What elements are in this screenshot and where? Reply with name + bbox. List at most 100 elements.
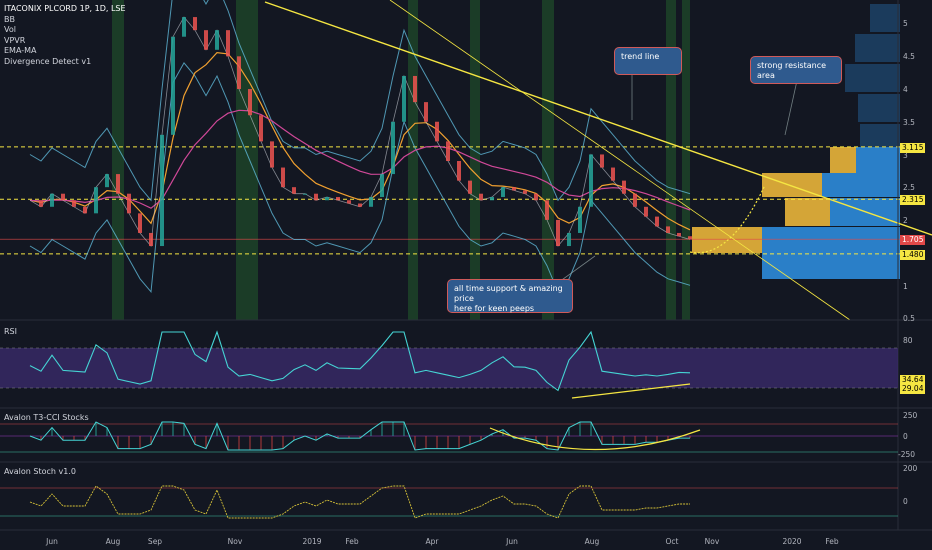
rsi-band	[0, 348, 898, 388]
x-tick-aug2: Aug	[584, 537, 600, 546]
candle-19	[237, 56, 241, 90]
candle-22	[270, 141, 274, 168]
candle-50	[578, 206, 582, 233]
cci-tick-250: 250	[903, 411, 918, 420]
candle-34	[402, 75, 406, 122]
candle-9	[127, 193, 131, 214]
legend-title: ITACONIX PLCORD 1P, 1D, LSE	[4, 4, 126, 13]
candle-23	[281, 167, 285, 188]
x-tick-2020: 2020	[782, 537, 802, 546]
y-tick-1: 1	[903, 282, 908, 291]
candle-52	[600, 154, 604, 168]
stoch-label: Avalon Stoch v1.0	[4, 467, 76, 476]
y-tick-2: 2	[903, 216, 908, 225]
candle-1	[39, 200, 43, 207]
candle-58	[666, 226, 670, 233]
vpvr-top-0	[870, 4, 900, 32]
candle-30	[358, 203, 362, 207]
green-column-3	[470, 0, 480, 320]
legend-bb[interactable]: BB	[4, 15, 126, 26]
x-tick-nov: Nov	[227, 537, 243, 546]
legend-divergence[interactable]: Divergence Detect v1	[4, 57, 126, 68]
candle-12	[160, 134, 164, 247]
x-tick-sep: Sep	[147, 537, 163, 546]
legend-ema-ma[interactable]: EMA-MA	[4, 46, 126, 57]
stoch-tick-0: 0	[903, 497, 908, 506]
legend-vpvr[interactable]: VPVR	[4, 36, 126, 47]
candle-53	[611, 167, 615, 181]
candle-21	[259, 115, 263, 142]
candle-24	[292, 187, 296, 194]
candle-37	[435, 121, 439, 142]
candle-41	[479, 193, 483, 201]
candle-6	[94, 187, 98, 214]
y-tick-5: 5	[903, 19, 908, 28]
candle-11	[149, 232, 153, 247]
support-note-line1: all time support & amazing price	[454, 284, 563, 303]
stoch-tick-200: 200	[903, 464, 918, 473]
vpvr-top-2	[845, 64, 900, 92]
tag-resistance: 3.115	[900, 143, 926, 153]
candle-49	[567, 232, 571, 247]
x-tick-oct: Oct	[665, 537, 679, 546]
support-note[interactable]: all time support & amazing price here fo…	[447, 279, 573, 313]
legend-vol[interactable]: Vol	[4, 25, 126, 36]
candle-48	[556, 219, 560, 247]
candle-47	[545, 200, 549, 220]
candle-35	[413, 75, 417, 103]
x-tick-2019: 2019	[302, 537, 322, 546]
candle-28	[336, 196, 340, 201]
candle-56	[644, 206, 648, 217]
candle-25	[303, 193, 307, 195]
candle-10	[138, 213, 142, 233]
chart-legend: ITACONIX PLCORD 1P, 1D, LSE BB Vol VPVR …	[4, 4, 126, 67]
candle-51	[589, 154, 593, 207]
candle-31	[369, 196, 373, 207]
candle-43	[501, 187, 505, 197]
candle-17	[215, 30, 219, 50]
candle-13	[171, 36, 175, 135]
candle-36	[424, 102, 428, 122]
vpvr-gold-2	[785, 198, 830, 226]
candle-42	[490, 196, 494, 201]
cci-label: Avalon T3-CCI Stocks	[4, 413, 89, 422]
support-note-line2: here for keen peeps	[454, 304, 535, 313]
green-column-2	[408, 0, 418, 320]
y-tick-2-5: 2.5	[903, 183, 915, 192]
tag-support: 1.480	[900, 250, 926, 260]
candle-16	[204, 30, 208, 50]
green-column-6	[682, 0, 690, 320]
trend-line-note[interactable]: trend line	[614, 47, 682, 75]
candle-33	[391, 121, 395, 175]
candle-26	[314, 193, 318, 201]
y-tick-4: 4	[903, 85, 908, 94]
tag-current: 1.705	[900, 235, 926, 245]
candle-38	[446, 141, 450, 161]
resistance-note[interactable]: strong resistance area	[750, 56, 842, 84]
candle-54	[622, 180, 626, 194]
rsi-tick-80: 80	[903, 336, 913, 345]
candle-57	[655, 216, 659, 227]
candle-32	[380, 174, 384, 197]
candle-29	[347, 200, 351, 204]
rsi-label: RSI	[4, 327, 17, 336]
tag-rsi: 29.04	[900, 384, 926, 394]
y-tick-3-5: 3.5	[903, 118, 915, 127]
x-tick-feb: Feb	[345, 537, 359, 546]
candle-44	[512, 187, 516, 191]
candle-20	[248, 89, 252, 116]
cci-tick-0: 0	[903, 432, 908, 441]
candle-60	[688, 236, 692, 240]
candle-15	[193, 17, 197, 31]
green-column-1	[236, 0, 258, 320]
y-tick-4-5: 4.5	[903, 52, 915, 61]
candle-55	[633, 193, 637, 207]
candle-46	[534, 193, 538, 201]
candle-27	[325, 196, 329, 201]
candle-2	[50, 193, 54, 207]
candle-59	[677, 232, 681, 237]
candle-5	[83, 206, 87, 214]
x-tick-aug: Aug	[105, 537, 121, 546]
candle-40	[468, 180, 472, 194]
candle-3	[61, 193, 65, 201]
